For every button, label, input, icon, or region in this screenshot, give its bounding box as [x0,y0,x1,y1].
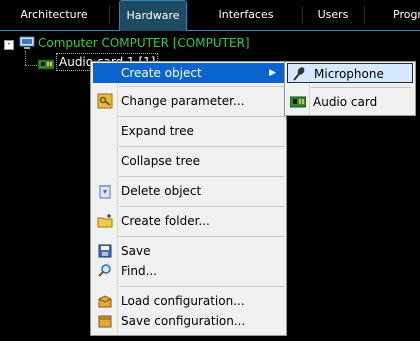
menu-item-save[interactable]: Save [93,241,284,261]
box-save-icon [97,313,113,329]
menu-separator [119,176,284,177]
magnifier-icon [97,263,113,279]
menu-separator [119,146,284,147]
menu-item-label: Delete object [121,184,202,198]
box-open-icon [97,293,113,309]
menu-item-collapse-tree[interactable]: Collapse tree [93,151,284,171]
menu-item-label: Expand tree [121,124,194,138]
menu-item-label: Create folder... [121,214,210,228]
create-object-submenu: Microphone Audio card [284,61,416,116]
menu-item-label: Find... [121,264,158,278]
menu-separator [119,116,284,117]
tab-hardware[interactable]: Hardware [119,0,187,31]
tree-expander[interactable]: - [4,40,14,50]
recycle-bin-icon [97,183,113,199]
menu-item-create-object[interactable]: Create object ▶ [93,63,284,83]
computer-icon [19,36,35,53]
tree-connector [25,51,26,65]
menu-item-label: Microphone [314,67,384,81]
submenu-arrow-icon: ▶ [269,68,276,78]
tree-connector [25,65,37,66]
tab-divider [109,6,110,24]
menu-item-label: Collapse tree [121,154,200,168]
key-icon [97,93,113,109]
submenu-item-audio-card[interactable]: Audio card [287,92,413,112]
tree-root-computer[interactable]: Computer COMPUTER [COMPUTER] [38,36,250,50]
menu-item-label: Change parameter... [121,94,245,108]
audio-card-icon [289,94,307,110]
context-menu: Create object ▶ Change parameter... Expa… [90,61,287,336]
new-folder-icon [97,213,113,229]
menu-separator [119,86,284,87]
menu-separator [119,236,284,237]
microphone-icon [291,66,307,82]
submenu-item-microphone[interactable]: Microphone [287,63,413,83]
menu-item-label: Create object [121,66,202,80]
tab-users[interactable]: Users [303,0,363,30]
menu-separator [311,87,411,88]
menu-item-save-configuration[interactable]: Save configuration... [93,311,284,331]
tab-programming[interactable]: Progr [364,0,420,30]
menu-item-find[interactable]: Find... [93,261,284,281]
save-icon [97,243,113,259]
menu-item-change-parameter[interactable]: Change parameter... [93,91,284,111]
menu-item-delete-object[interactable]: Delete object [93,181,284,201]
tab-interfaces[interactable]: Interfaces [190,0,302,30]
menu-item-load-configuration[interactable]: Load configuration... [93,291,284,311]
menu-item-label: Save configuration... [121,314,246,328]
menu-item-label: Save [121,244,151,258]
menu-item-label: Load configuration... [121,294,245,308]
menu-separator [119,206,284,207]
audio-card-icon [37,59,55,74]
tab-bar: Architecture Hardware Interfaces Users P… [0,0,420,31]
tab-architecture[interactable]: Architecture [0,0,108,30]
menu-item-expand-tree[interactable]: Expand tree [93,121,284,141]
menu-item-label: Audio card [313,95,378,109]
menu-separator [119,286,284,287]
menu-item-create-folder[interactable]: Create folder... [93,211,284,231]
